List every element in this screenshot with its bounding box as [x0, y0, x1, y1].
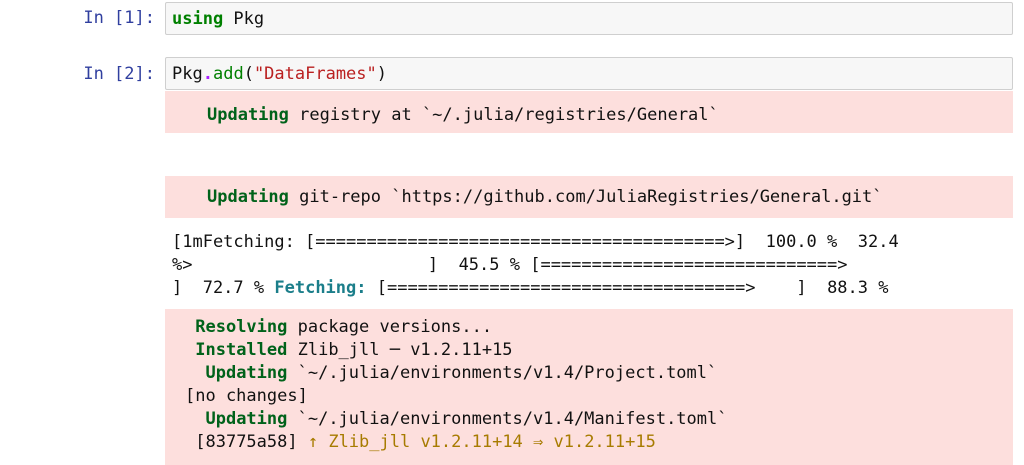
stderr-output-1: Updating registry at `~/.julia/registrie… [165, 91, 1013, 133]
status-verb: Updating [207, 105, 289, 125]
code-object: Pkg [172, 64, 203, 84]
status-verb: Updating [205, 363, 288, 383]
status-text: git-repo `https://github.com/JuliaRegist… [288, 187, 883, 207]
status-verb: Updating [207, 187, 289, 207]
cell-1-prompt: In [1]: [83, 8, 155, 28]
cell-2-prompt: In [2]: [83, 64, 155, 84]
installed-line: Installed Zlib_jll ─ v1.2.11+15 [185, 339, 1013, 362]
code-text: Pkg [223, 9, 265, 29]
updating-manifest-line: Updating `~/.julia/environments/v1.4/Man… [185, 408, 1013, 431]
status-text: `~/.julia/environments/v1.4/Project.toml… [287, 363, 718, 383]
status-text: `~/.julia/environments/v1.4/Manifest.tom… [287, 409, 728, 429]
cell-1-code-input[interactable]: using Pkg [165, 2, 1013, 35]
package-hash: [83775a58] [195, 432, 298, 452]
no-changes-line: [no changes] [185, 386, 308, 406]
progress-output: [1mFetching: [==========================… [172, 231, 1012, 300]
stderr-output-2: Updating git-repo `https://github.com/Ju… [165, 176, 1013, 218]
status-verb: Resolving [195, 317, 288, 337]
version-change: ↑ Zlib_jll v1.2.11+14 ⇒ v1.2.11+15 [307, 432, 656, 452]
code-string: "DataFrames" [253, 64, 377, 84]
updating-project-line: Updating `~/.julia/environments/v1.4/Pro… [185, 362, 1013, 385]
status-verb: Installed [195, 340, 288, 360]
progress-line-3-end: [===================================> ] … [366, 278, 889, 298]
progress-line-3-start: ] 72.7 % [172, 278, 265, 298]
status-text: package versions... [287, 317, 493, 337]
status-verb: Updating [205, 409, 288, 429]
progress-line-2: %> ] 45.5 % [===========================… [172, 255, 848, 275]
fetching-label: Fetching: [274, 278, 367, 298]
progress-line-1: [1mFetching: [==========================… [172, 232, 899, 252]
manifest-change-line: [83775a58] ↑ Zlib_jll v1.2.11+14 ⇒ v1.2.… [185, 431, 1013, 454]
resolving-line: Resolving package versions... [185, 316, 1013, 339]
cell-2-code-input[interactable]: Pkg.add("DataFrames") [165, 57, 1013, 90]
status-text: Zlib_jll ─ v1.2.11+15 [287, 340, 513, 360]
progress-line-3: ] 72.7 % Fetching: [====================… [172, 277, 1012, 300]
code-close-paren: ) [376, 64, 388, 84]
code-open-paren: ( [243, 64, 254, 84]
code-dot: . [202, 64, 213, 84]
code-function: add [212, 64, 244, 84]
stderr-output-3: Resolving package versions... Installed … [165, 309, 1013, 465]
status-text: registry at `~/.julia/registries/General… [288, 105, 719, 125]
code-keyword: using [172, 9, 224, 29]
